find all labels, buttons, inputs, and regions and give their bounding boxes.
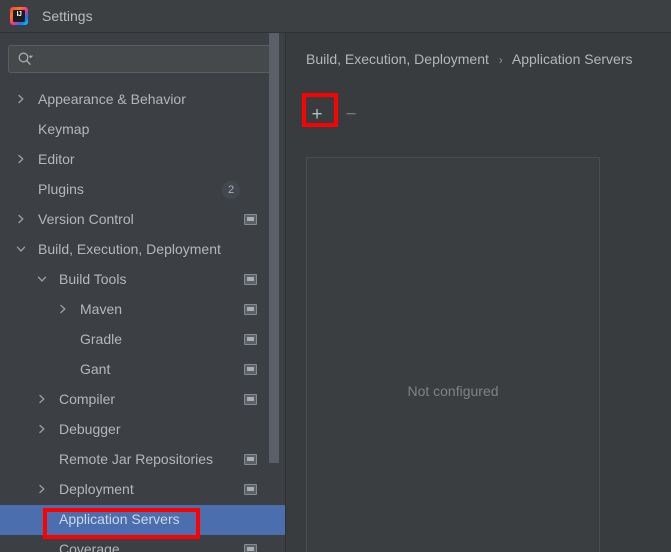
settings-sidebar: Appearance & Behavior Keymap Editor Plugins… — [0, 33, 285, 552]
list-toolbar: + − — [304, 101, 364, 127]
breadcrumb-parent[interactable]: Build, Execution, Deployment — [306, 51, 489, 67]
sidebar-item-label: Version Control — [38, 211, 134, 227]
logo-letters: IJ — [16, 11, 22, 18]
chevron-right-icon[interactable] — [37, 484, 49, 496]
breadcrumb: Build, Execution, Deployment › Applicati… — [306, 51, 633, 67]
search-icon — [17, 51, 33, 67]
sidebar-item-deployment[interactable]: Deployment — [0, 475, 285, 505]
add-button[interactable]: + — [304, 101, 330, 127]
sidebar-item-label: Coverage — [59, 541, 120, 552]
sidebar-item-coverage[interactable]: Coverage — [0, 535, 285, 552]
chevron-right-icon[interactable] — [16, 94, 28, 106]
chevron-down-icon[interactable] — [16, 244, 28, 256]
sidebar-item-label: Debugger — [59, 421, 121, 437]
project-scope-icon — [244, 394, 257, 405]
chevron-right-icon[interactable] — [37, 394, 49, 406]
sidebar-item-label: Gradle — [80, 331, 123, 347]
breadcrumb-current: Application Servers — [511, 51, 633, 67]
sidebar-item-plugins[interactable]: Plugins 2 — [0, 175, 285, 205]
chevron-right-icon[interactable] — [37, 424, 49, 436]
sidebar-scrollbar-track[interactable] — [269, 33, 282, 500]
settings-content-panel: Build, Execution, Deployment › Applicati… — [285, 33, 671, 552]
project-scope-icon — [244, 544, 257, 552]
application-servers-list[interactable]: Not configured — [306, 157, 600, 552]
project-scope-icon — [244, 484, 257, 495]
project-scope-icon — [244, 304, 257, 315]
search-input[interactable] — [33, 51, 276, 67]
window-title: Settings — [42, 8, 93, 24]
sidebar-item-debugger[interactable]: Debugger — [0, 415, 285, 445]
intellij-idea-logo-icon: IJ — [10, 7, 28, 25]
sidebar-item-label: Gant — [80, 361, 111, 377]
chevron-down-icon[interactable] — [37, 274, 49, 286]
sidebar-item-label: Plugins — [38, 181, 84, 197]
sidebar-item-label: Maven — [80, 301, 123, 317]
plugins-count-badge: 2 — [222, 181, 240, 199]
chevron-right-icon[interactable] — [58, 304, 70, 316]
sidebar-item-label: Compiler — [59, 391, 116, 407]
project-scope-icon — [244, 334, 257, 345]
sidebar-item-label: Build Tools — [59, 271, 127, 287]
project-scope-icon — [244, 214, 257, 225]
settings-dialog: IJ Settings Appearance & Behavior Keymap E… — [0, 0, 671, 552]
sidebar-item-label: Build, Execution, Deployment — [38, 241, 221, 257]
project-scope-icon — [244, 364, 257, 375]
sidebar-item-label: Editor — [38, 151, 75, 167]
sidebar-item-editor[interactable]: Editor — [0, 145, 285, 175]
empty-state-text: Not configured — [407, 383, 499, 399]
sidebar-scrollbar-thumb[interactable] — [269, 33, 279, 463]
title-bar: IJ Settings — [0, 0, 671, 33]
sidebar-item-label: Deployment — [59, 481, 134, 497]
sidebar-item-label: Appearance & Behavior — [38, 91, 186, 107]
sidebar-item-label: Keymap — [38, 121, 90, 137]
sidebar-item-maven[interactable]: Maven — [0, 295, 285, 325]
sidebar-item-compiler[interactable]: Compiler — [0, 385, 285, 415]
search-box[interactable] — [8, 45, 277, 73]
sidebar-item-appearance-behavior[interactable]: Appearance & Behavior — [0, 85, 285, 115]
breadcrumb-separator-icon: › — [498, 53, 503, 67]
sidebar-item-remote-jar-repositories[interactable]: Remote Jar Repositories — [0, 445, 285, 475]
chevron-right-icon[interactable] — [16, 214, 28, 226]
sidebar-item-gant[interactable]: Gant — [0, 355, 285, 385]
settings-tree: Appearance & Behavior Keymap Editor Plugins… — [0, 85, 285, 552]
chevron-right-icon[interactable] — [16, 154, 28, 166]
project-scope-icon — [244, 274, 257, 285]
sidebar-item-build-execution-deployment[interactable]: Build, Execution, Deployment — [0, 235, 285, 265]
project-scope-icon — [244, 454, 257, 465]
sidebar-item-gradle[interactable]: Gradle — [0, 325, 285, 355]
sidebar-item-application-servers[interactable]: Application Servers — [0, 505, 285, 535]
sidebar-item-version-control[interactable]: Version Control — [0, 205, 285, 235]
remove-button[interactable]: − — [338, 101, 364, 127]
sidebar-item-build-tools[interactable]: Build Tools — [0, 265, 285, 295]
sidebar-item-keymap[interactable]: Keymap — [0, 115, 285, 145]
sidebar-item-label: Application Servers — [59, 511, 180, 527]
sidebar-item-label: Remote Jar Repositories — [59, 451, 214, 467]
